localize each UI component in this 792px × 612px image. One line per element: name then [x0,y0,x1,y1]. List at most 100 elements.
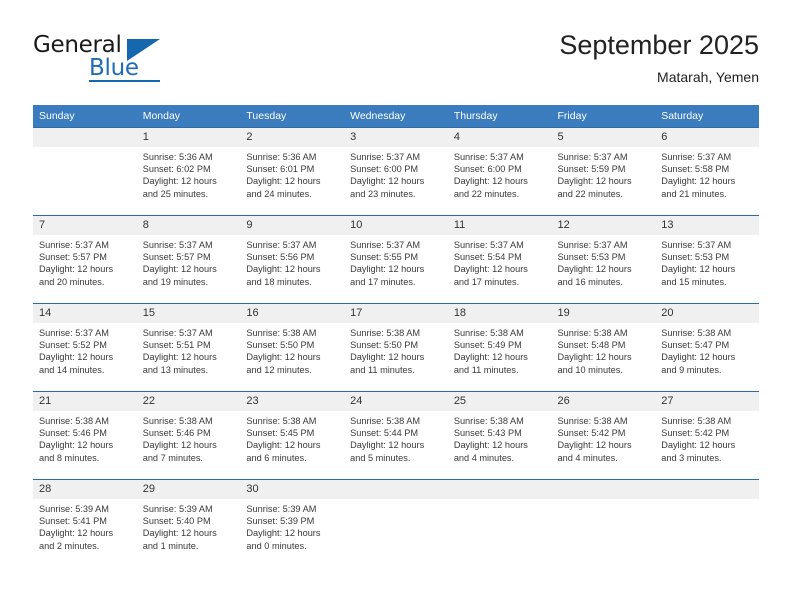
calendar-day-cell[interactable]: 3 Sunrise: 5:37 AM Sunset: 6:00 PM Daylight… [344,127,448,215]
daylight-duration-line1: Daylight: 12 hours [142,440,217,451]
daylight-duration-line1: Daylight: 12 hours [557,264,632,275]
day-number: 6 [655,128,759,147]
day-cell-body: 28 Sunrise: 5:39 AM Sunset: 5:41 PM Dayligh… [33,479,137,567]
general-blue-logo[interactable]: General Blue [33,32,263,92]
sunset-time: Sunset: 5:55 PM [350,252,419,263]
calendar-day-cell[interactable]: 20 Sunrise: 5:38 AM Sunset: 5:47 PM Dayligh… [655,303,759,391]
daylight-duration-line1: Daylight: 12 hours [39,264,114,275]
calendar-day-cell[interactable]: 8 Sunrise: 5:37 AM Sunset: 5:57 PM Daylight… [136,215,241,303]
calendar-day-cell[interactable]: 23 Sunrise: 5:38 AM Sunset: 5:45 PM Dayligh… [240,391,345,479]
sunset-time: Sunset: 5:58 PM [661,164,730,175]
day-details: Sunrise: 5:38 AM Sunset: 5:45 PM Daylight:… [240,411,344,464]
day-cell-body: 21 Sunrise: 5:38 AM Sunset: 5:46 PM Dayligh… [33,391,137,479]
calendar-day-cell[interactable]: 9 Sunrise: 5:37 AM Sunset: 5:56 PM Daylight… [240,215,345,303]
sunset-time: Sunset: 5:57 PM [142,252,211,263]
day-number: 20 [655,304,759,323]
day-number: 7 [33,216,137,235]
calendar-day-cell[interactable]: 14 Sunrise: 5:37 AM Sunset: 5:52 PM Dayligh… [33,303,137,391]
daylight-duration-line2: and 5 minutes. [350,452,411,463]
calendar-day-cell[interactable]: 4 Sunrise: 5:37 AM Sunset: 6:00 PM Daylight… [447,127,552,215]
daylight-duration-line2: and 11 minutes. [453,364,519,375]
day-number: 3 [344,128,448,147]
calendar-day-cell[interactable]: 21 Sunrise: 5:38 AM Sunset: 5:46 PM Dayligh… [33,391,137,479]
calendar-week-row: 14 Sunrise: 5:37 AM Sunset: 5:52 PM Dayligh… [33,303,759,391]
calendar-day-cell[interactable]: 11 Sunrise: 5:37 AM Sunset: 5:54 PM Dayligh… [447,215,552,303]
day-cell-body: 16 Sunrise: 5:38 AM Sunset: 5:50 PM Dayligh… [240,303,345,391]
day-number: 1 [136,128,241,147]
day-number: 9 [240,216,345,235]
daylight-duration-line2: and 14 minutes. [39,364,105,375]
day-details: Sunrise: 5:37 AM Sunset: 5:53 PM Daylight:… [655,235,759,288]
calendar-day-cell[interactable]: 26 Sunrise: 5:38 AM Sunset: 5:42 PM Dayligh… [551,391,656,479]
day-cell-body: 18 Sunrise: 5:38 AM Sunset: 5:49 PM Dayligh… [447,303,552,391]
calendar-day-cell[interactable]: 5 Sunrise: 5:37 AM Sunset: 5:59 PM Daylight… [551,127,656,215]
day-number [655,480,759,499]
weekday-header-monday: Monday [136,105,241,127]
day-details: Sunrise: 5:38 AM Sunset: 5:42 PM Daylight:… [655,411,759,464]
day-details: Sunrise: 5:38 AM Sunset: 5:46 PM Daylight:… [137,411,241,464]
sunset-time: Sunset: 5:48 PM [557,340,626,351]
day-details: Sunrise: 5:39 AM Sunset: 5:41 PM Daylight:… [33,499,137,552]
day-number: 17 [344,304,448,323]
day-details: Sunrise: 5:38 AM Sunset: 5:50 PM Daylight:… [344,323,448,376]
day-number: 8 [136,216,241,235]
day-cell-body: 27 Sunrise: 5:38 AM Sunset: 5:42 PM Dayligh… [655,391,759,479]
day-cell-body: 24 Sunrise: 5:38 AM Sunset: 5:44 PM Dayligh… [344,391,448,479]
sunrise-time: Sunrise: 5:38 AM [350,328,421,338]
calendar-day-cell[interactable]: 19 Sunrise: 5:38 AM Sunset: 5:48 PM Dayligh… [551,303,656,391]
sunset-time: Sunset: 5:47 PM [661,340,730,351]
sunset-time: Sunset: 5:50 PM [246,340,315,351]
calendar-day-cell[interactable]: 16 Sunrise: 5:38 AM Sunset: 5:50 PM Dayligh… [240,303,345,391]
day-details: Sunrise: 5:38 AM Sunset: 5:48 PM Daylight:… [552,323,656,376]
calendar-day-cell[interactable]: 12 Sunrise: 5:37 AM Sunset: 5:53 PM Dayligh… [551,215,656,303]
calendar-day-cell[interactable]: 30 Sunrise: 5:39 AM Sunset: 5:39 PM Dayligh… [240,479,345,567]
sunrise-time: Sunrise: 5:38 AM [661,328,732,338]
calendar-day-cell-empty [344,479,448,567]
day-details: Sunrise: 5:38 AM Sunset: 5:50 PM Daylight:… [240,323,344,376]
calendar-day-cell[interactable]: 17 Sunrise: 5:38 AM Sunset: 5:50 PM Dayligh… [344,303,448,391]
calendar-day-cell-empty [655,479,759,567]
calendar-day-cell[interactable]: 24 Sunrise: 5:38 AM Sunset: 5:44 PM Dayligh… [344,391,448,479]
daylight-duration-line2: and 19 minutes. [142,276,209,287]
day-number: 15 [136,304,241,323]
sunrise-time: Sunrise: 5:37 AM [557,152,628,162]
calendar-day-cell[interactable]: 10 Sunrise: 5:37 AM Sunset: 5:55 PM Dayligh… [344,215,448,303]
day-number: 18 [447,304,552,323]
sunrise-time: Sunrise: 5:39 AM [246,504,317,514]
day-cell-body: 11 Sunrise: 5:37 AM Sunset: 5:54 PM Dayligh… [447,215,552,303]
sunset-time: Sunset: 5:49 PM [453,340,522,351]
sunset-time: Sunset: 5:56 PM [246,252,315,263]
calendar-day-cell[interactable]: 15 Sunrise: 5:37 AM Sunset: 5:51 PM Dayligh… [136,303,241,391]
daylight-duration-line1: Daylight: 12 hours [246,352,321,363]
calendar-day-cell[interactable]: 27 Sunrise: 5:38 AM Sunset: 5:42 PM Dayligh… [655,391,759,479]
calendar-day-cell[interactable]: 25 Sunrise: 5:38 AM Sunset: 5:43 PM Dayligh… [447,391,552,479]
calendar-day-cell[interactable]: 22 Sunrise: 5:38 AM Sunset: 5:46 PM Dayligh… [136,391,241,479]
day-cell-body: 10 Sunrise: 5:37 AM Sunset: 5:55 PM Dayligh… [344,215,448,303]
calendar-day-cell[interactable]: 28 Sunrise: 5:39 AM Sunset: 5:41 PM Dayligh… [33,479,137,567]
daylight-duration-line1: Daylight: 12 hours [661,176,736,187]
calendar-day-cell[interactable]: 2 Sunrise: 5:36 AM Sunset: 6:01 PM Daylight… [240,127,345,215]
sunrise-time: Sunrise: 5:36 AM [246,152,317,162]
sunrise-time: Sunrise: 5:38 AM [453,328,524,338]
daylight-duration-line2: and 8 minutes. [39,452,100,463]
daylight-duration-line1: Daylight: 12 hours [661,264,736,275]
calendar-day-cell[interactable]: 18 Sunrise: 5:38 AM Sunset: 5:49 PM Dayligh… [447,303,552,391]
weekday-header-sunday: Sunday [33,105,137,127]
weekday-header-saturday: Saturday [655,105,759,127]
calendar-day-cell[interactable]: 6 Sunrise: 5:37 AM Sunset: 5:58 PM Daylight… [655,127,759,215]
daylight-duration-line2: and 17 minutes. [350,276,416,287]
day-details: Sunrise: 5:37 AM Sunset: 6:00 PM Daylight:… [344,147,448,200]
daylight-duration-line1: Daylight: 12 hours [142,176,217,187]
day-cell-body: 14 Sunrise: 5:37 AM Sunset: 5:52 PM Dayligh… [33,303,137,391]
daylight-duration-line1: Daylight: 12 hours [661,352,736,363]
sunrise-time: Sunrise: 5:37 AM [453,240,524,250]
calendar-day-cell[interactable]: 29 Sunrise: 5:39 AM Sunset: 5:40 PM Dayligh… [136,479,241,567]
calendar-day-cell[interactable]: 13 Sunrise: 5:37 AM Sunset: 5:53 PM Dayligh… [655,215,759,303]
daylight-duration-line2: and 25 minutes. [142,188,209,199]
daylight-duration-line2: and 7 minutes. [142,452,203,463]
calendar-day-cell[interactable]: 7 Sunrise: 5:37 AM Sunset: 5:57 PM Daylight… [33,215,137,303]
sunrise-time: Sunrise: 5:37 AM [142,240,213,250]
sunrise-time: Sunrise: 5:36 AM [142,152,213,162]
sunset-time: Sunset: 5:46 PM [39,428,107,439]
calendar-day-cell[interactable]: 1 Sunrise: 5:36 AM Sunset: 6:02 PM Daylight… [136,127,241,215]
